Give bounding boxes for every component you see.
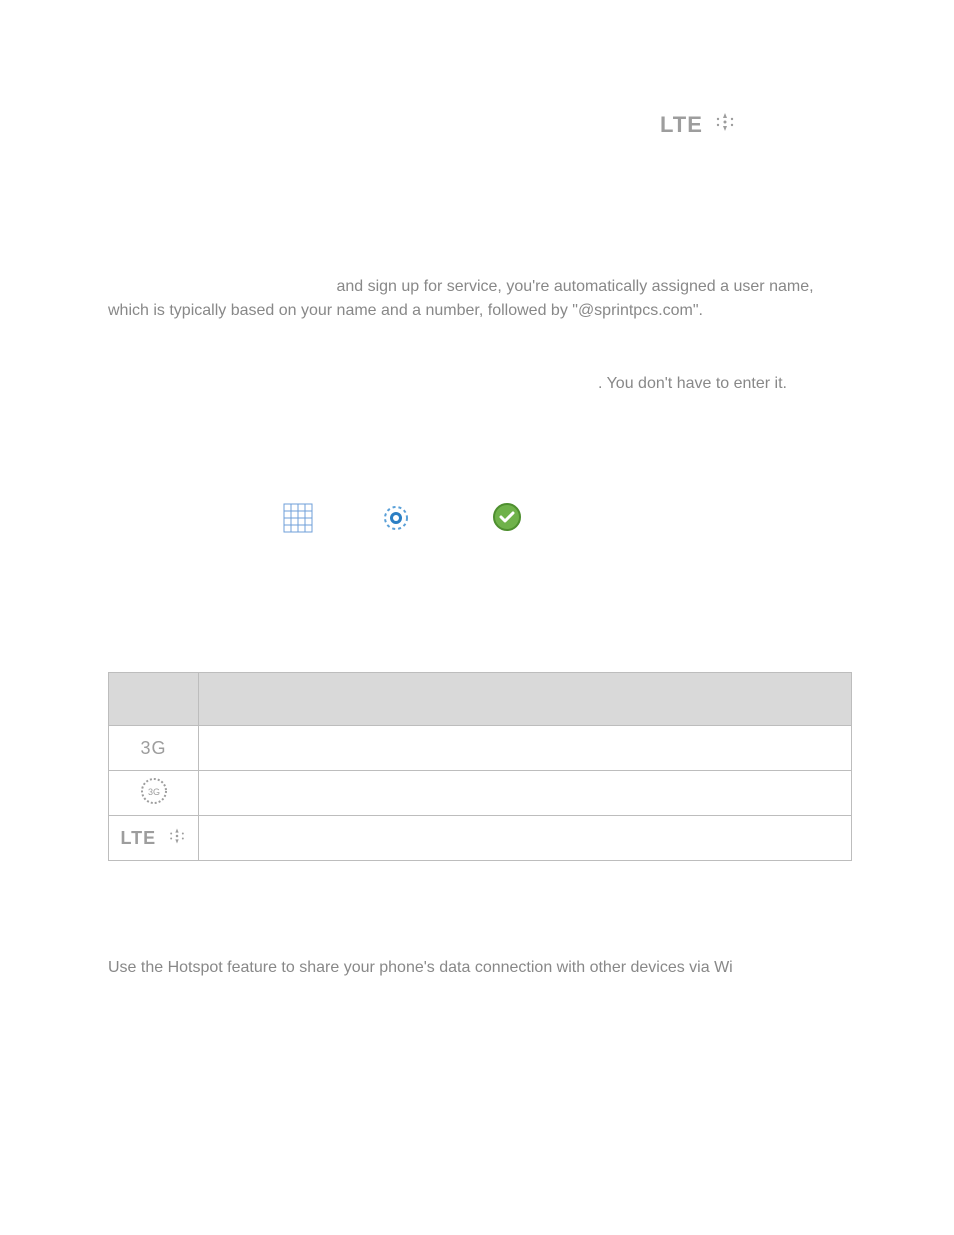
table-row: LTE xyxy=(109,816,852,861)
table-header-desc xyxy=(199,673,852,726)
cell-3g-active-icon: 3G xyxy=(109,771,199,816)
page: LTE xxxxxxxxxxxxxxxxxxxxxxxxxxxx and sig… xyxy=(0,0,954,1235)
ring-3g-icon: 3G xyxy=(139,776,169,806)
cell-3g-active-desc xyxy=(199,771,852,816)
lte-label-cell: LTE xyxy=(120,828,156,849)
settings-gear-icon xyxy=(380,502,412,539)
apps-grid-icon xyxy=(282,502,314,539)
cell-3g-icon: 3G xyxy=(109,726,199,771)
data-activity-icon xyxy=(167,826,187,851)
intro-paragraph-1: xxxxxxxxxxxxxxxxxxxxxxxxxxxx and sign up… xyxy=(108,275,846,323)
table-header-icon xyxy=(109,673,199,726)
text-3g: 3G xyxy=(140,738,166,758)
data-activity-icon xyxy=(713,110,737,139)
table-row: 3G xyxy=(109,726,852,771)
intro-text-1: and sign up for service, you're automati… xyxy=(108,278,814,319)
intro-paragraph-2: . You don't have to enter it. xyxy=(108,372,846,396)
lte-indicator: LTE xyxy=(660,110,737,139)
status-icons-table: 3G 3G LTE xyxy=(108,672,852,861)
cell-lte-icon: LTE xyxy=(109,816,199,861)
cell-3g-desc xyxy=(199,726,852,771)
hotspot-text: Use the Hotspot feature to share your ph… xyxy=(108,956,846,980)
svg-text:3G: 3G xyxy=(147,787,159,797)
hotspot-paragraph: Use the Hotspot feature to share your ph… xyxy=(108,956,846,980)
ok-check-icon xyxy=(492,502,522,537)
nav-icons-row xyxy=(108,502,846,538)
cell-lte-desc xyxy=(199,816,852,861)
lte-label: LTE xyxy=(660,112,703,138)
table-header-row xyxy=(109,673,852,726)
table-row: 3G xyxy=(109,771,852,816)
intro-text-2: . You don't have to enter it. xyxy=(598,375,787,392)
